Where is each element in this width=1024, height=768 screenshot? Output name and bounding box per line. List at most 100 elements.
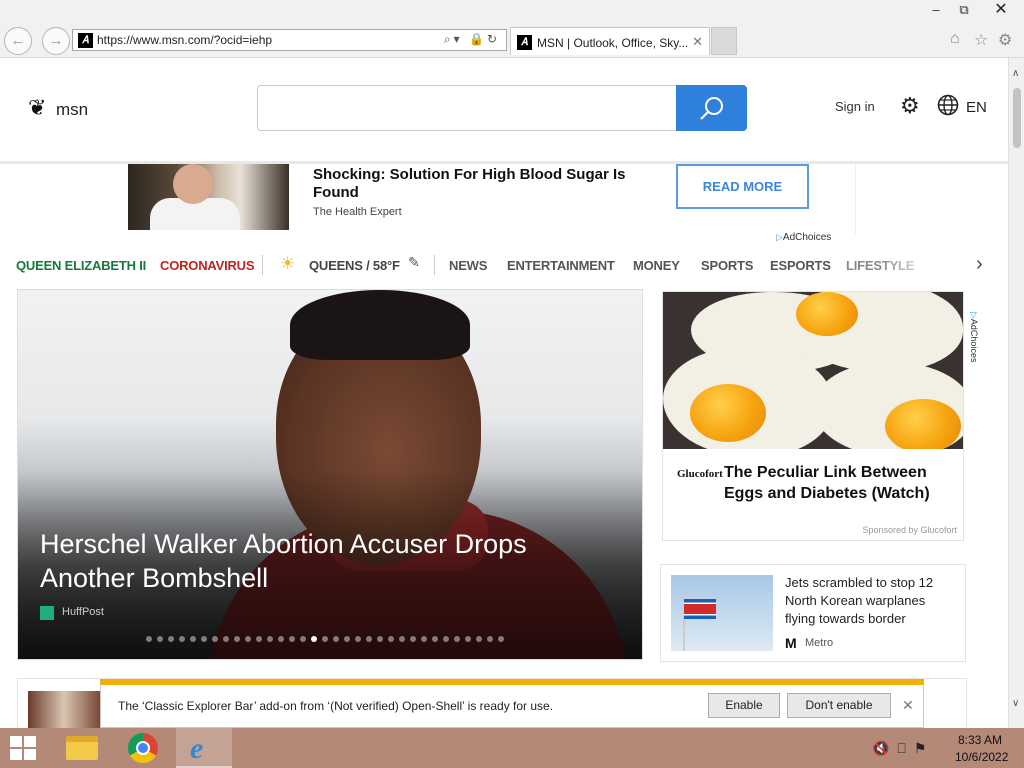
search-input[interactable] [257, 85, 677, 131]
carousel-dot[interactable] [190, 636, 196, 642]
system-tray-icons[interactable]: 🔇⎕⚑ [872, 740, 934, 757]
egg-ad-card[interactable]: Glucofort The Peculiar Link Between Eggs… [662, 291, 964, 541]
settings-gear-icon[interactable]: ⚙ [900, 93, 920, 119]
carousel-dot[interactable] [388, 636, 394, 642]
carousel-dot[interactable] [432, 636, 438, 642]
scroll-thumb[interactable] [1013, 88, 1021, 148]
ad-headline[interactable]: Shocking: Solution For High Blood Sugar … [313, 166, 653, 202]
carousel-dot[interactable] [421, 636, 427, 642]
fried-eggs-image[interactable] [663, 292, 963, 449]
carousel-dot[interactable] [344, 636, 350, 642]
carousel-dots[interactable] [146, 636, 504, 644]
carousel-dot[interactable] [256, 636, 262, 642]
edit-location-pencil-icon[interactable]: ✎ [408, 254, 420, 271]
back-arrow-icon[interactable]: ← [4, 27, 32, 55]
tab-close-icon[interactable]: ✕ [692, 34, 703, 50]
carousel-dot[interactable] [333, 636, 339, 642]
carousel-dot[interactable] [443, 636, 449, 642]
carousel-dot[interactable] [234, 636, 240, 642]
carousel-dot[interactable] [157, 636, 163, 642]
carousel-dot[interactable] [454, 636, 460, 642]
adchoices-icon: ▷ [969, 312, 979, 319]
folder-icon [66, 736, 98, 760]
egg-ad-headline[interactable]: The Peculiar Link Between Eggs and Diabe… [724, 462, 954, 504]
nav-item-queen-elizabeth[interactable]: QUEEN ELIZABETH II [16, 258, 146, 273]
carousel-dot[interactable] [212, 636, 218, 642]
scroll-down-icon[interactable]: ∨ [1012, 698, 1019, 709]
carousel-dot[interactable] [278, 636, 284, 642]
carousel-dot[interactable] [267, 636, 273, 642]
favorites-star-icon[interactable]: ☆ [974, 30, 988, 50]
carousel-dot[interactable] [201, 636, 207, 642]
clock-date[interactable]: 10/6/2022 [955, 750, 1008, 764]
adchoices-label: AdChoices [782, 232, 832, 243]
home-icon[interactable]: ⌂ [950, 30, 960, 48]
forward-arrow-icon[interactable]: → [42, 27, 70, 55]
carousel-dot[interactable] [465, 636, 471, 642]
scroll-up-icon[interactable]: ∧ [1012, 68, 1019, 79]
nav-item-weather[interactable]: QUEENS / 58°F [309, 258, 400, 273]
bottom-news-thumbnail[interactable] [28, 691, 100, 731]
adchoices-side-link[interactable]: ▷AdChoices [968, 312, 979, 362]
carousel-dot[interactable] [300, 636, 306, 642]
carousel-dot[interactable] [377, 636, 383, 642]
carousel-dot[interactable] [476, 636, 482, 642]
search-button[interactable] [676, 85, 747, 131]
dont-enable-button[interactable]: Don't enable [787, 693, 891, 718]
carousel-dot[interactable] [168, 636, 174, 642]
carousel-dot[interactable] [366, 636, 372, 642]
clock-time[interactable]: 8:33 AM [958, 733, 1002, 747]
nav-item-entertainment[interactable]: ENTERTAINMENT [507, 258, 615, 273]
adchoices-link[interactable]: ▷AdChoices [776, 232, 831, 243]
close-window-button[interactable]: ✕ [978, 0, 1024, 20]
close-icon[interactable]: ✕ [902, 697, 914, 714]
language-selector[interactable]: EN [966, 99, 987, 116]
ad-doctor-image[interactable] [128, 164, 289, 230]
taskbar-file-explorer[interactable] [54, 728, 110, 768]
carousel-dot[interactable] [146, 636, 152, 642]
carousel-dot[interactable] [410, 636, 416, 642]
search-icon [700, 97, 723, 120]
nav-item-coronavirus[interactable]: CORONAVIRUS [160, 258, 255, 273]
news-card[interactable]: Jets scrambled to stop 12 North Korean w… [660, 564, 966, 662]
nav-item-money[interactable]: MONEY [633, 258, 680, 273]
address-url[interactable]: https://www.msn.com/?ocid=iehp [97, 33, 272, 47]
nav-item-news[interactable]: NEWS [449, 258, 487, 273]
carousel-dot[interactable] [498, 636, 504, 642]
address-bar[interactable]: 𝐴 https://www.msn.com/?ocid=iehp ⌕▾ 🔒↻ [72, 29, 507, 51]
read-more-button[interactable]: READ MORE [676, 164, 809, 209]
windows-start-icon[interactable] [10, 736, 38, 762]
hero-headline[interactable]: Herschel Walker Abortion Accuser Drops A… [40, 527, 600, 595]
tools-gear-icon[interactable]: ⚙ [998, 30, 1012, 50]
restore-button[interactable]: ⧉ [948, 0, 980, 20]
browser-tab[interactable]: 𝐴 MSN | Outlook, Office, Sky... ✕ [510, 27, 710, 55]
carousel-dot[interactable] [223, 636, 229, 642]
carousel-dot[interactable] [355, 636, 361, 642]
new-tab-button[interactable] [711, 27, 737, 55]
sign-in-link[interactable]: Sign in [835, 99, 875, 114]
carousel-dot[interactable] [311, 636, 317, 642]
msn-logo-text[interactable]: msn [56, 100, 88, 120]
globe-icon[interactable] [937, 94, 959, 116]
chevron-right-icon[interactable]: › [976, 253, 983, 276]
taskbar-internet-explorer[interactable]: e [176, 728, 232, 768]
page-scrollbar[interactable]: ∧ ∨ [1008, 58, 1024, 728]
carousel-dot[interactable] [487, 636, 493, 642]
carousel-dot[interactable] [179, 636, 185, 642]
ad-banner[interactable]: Shocking: Solution For High Blood Sugar … [128, 164, 856, 234]
nav-item-esports[interactable]: ESPORTS [770, 258, 831, 273]
huffpost-logo-icon [40, 606, 54, 620]
hero-carousel[interactable]: Herschel Walker Abortion Accuser Drops A… [17, 289, 643, 660]
carousel-dot[interactable] [289, 636, 295, 642]
carousel-dot[interactable] [322, 636, 328, 642]
msn-butterfly-icon[interactable]: ❦ [28, 95, 46, 121]
address-bar-icons[interactable]: ⌕▾ 🔒↻ [444, 32, 500, 47]
carousel-dot[interactable] [245, 636, 251, 642]
news-thumbnail[interactable] [671, 575, 773, 651]
nav-item-sports[interactable]: SPORTS [701, 258, 753, 273]
taskbar-chrome[interactable] [115, 728, 171, 768]
internet-explorer-icon: e [190, 732, 204, 765]
enable-button[interactable]: Enable [708, 693, 780, 718]
news-headline[interactable]: Jets scrambled to stop 12 North Korean w… [785, 574, 957, 628]
carousel-dot[interactable] [399, 636, 405, 642]
